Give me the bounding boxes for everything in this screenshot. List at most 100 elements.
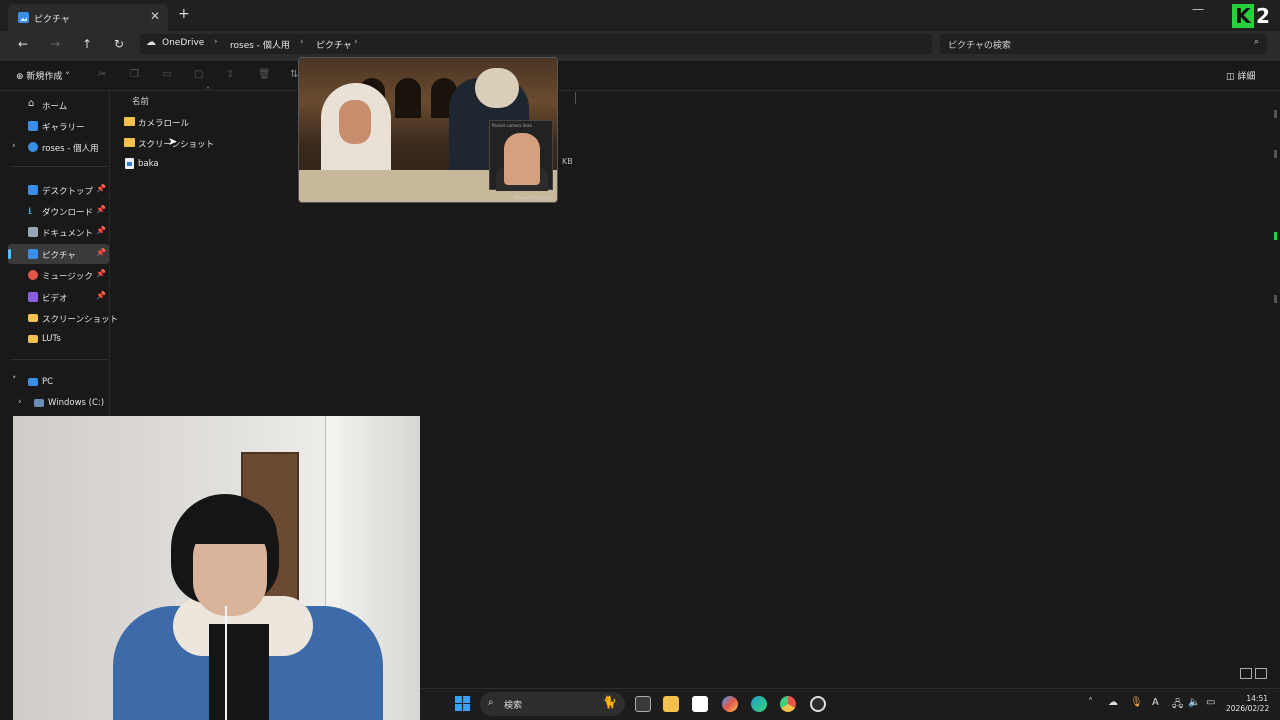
sidebar-item-home[interactable]: ⌂ ホーム	[8, 95, 109, 115]
search-icon: ⌕	[488, 697, 494, 708]
camera-inset: Pocket camera links	[489, 120, 553, 191]
edge-icon[interactable]	[751, 696, 767, 712]
sidebar-item-label: ドキュメント	[42, 229, 94, 239]
pin-icon[interactable]: 📌	[96, 269, 106, 278]
details-label: 詳細	[1237, 72, 1256, 82]
pin-icon[interactable]: 📌	[96, 248, 106, 257]
clock[interactable]: 14:51 2026/02/22	[1226, 694, 1270, 714]
sidebar-item-documents[interactable]: ドキュメント 📌	[8, 222, 109, 242]
back-button[interactable]: ←	[15, 37, 31, 51]
obs-icon[interactable]	[810, 696, 826, 712]
chevron-up-icon[interactable]: ˄	[1088, 697, 1093, 708]
taskbar-search-label: 検索	[504, 701, 523, 711]
divider	[10, 166, 108, 167]
network-icon[interactable]: 🖧	[1172, 697, 1183, 714]
pictures-icon	[28, 249, 38, 259]
view-toggle[interactable]	[1240, 668, 1272, 682]
column-divider[interactable]	[575, 92, 576, 104]
sidebar-item-music[interactable]: ミュージック 📌	[8, 265, 109, 285]
sidebar-item-label: ミュージック	[42, 272, 93, 282]
sidebar-item-label: デスクトップ	[42, 187, 94, 197]
battery-icon[interactable]: ▭	[1206, 697, 1215, 708]
ime-indicator[interactable]: A	[1152, 697, 1159, 708]
sidebar-item-windows-c[interactable]: › Windows (C:)	[14, 393, 115, 413]
sidebar-item-gallery[interactable]: ギャラリー	[8, 116, 109, 136]
chrome-icon[interactable]	[780, 696, 796, 712]
chevron-right-icon[interactable]: ›	[18, 397, 22, 407]
sidebar-item-pc[interactable]: ˅ PC	[8, 372, 109, 392]
taskbar-search[interactable]: ⌕ 検索 🐈	[480, 692, 625, 716]
document-icon	[28, 227, 38, 237]
sidebar-item-desktop[interactable]: デスクトップ 📌	[8, 180, 109, 200]
bangs	[185, 500, 277, 544]
minimize-button[interactable]: —	[1192, 2, 1204, 16]
sidebar-item-label: roses - 個人用	[42, 144, 99, 154]
inset-title: Pocket camera links	[492, 123, 532, 128]
pin-icon[interactable]: 📌	[96, 205, 106, 214]
sort-ascending-icon: ˄	[206, 86, 210, 95]
webcam-overlay	[13, 416, 420, 720]
sidebar-item-label: LUTs	[42, 334, 61, 344]
store-icon[interactable]	[692, 696, 708, 712]
video-popup[interactable]: Pocket camera links Powered by stream	[298, 57, 558, 203]
details-button[interactable]: ◫ 詳細	[1226, 69, 1255, 82]
rename-icon[interactable]: ▢	[194, 69, 203, 80]
sidebar-item-pictures[interactable]: ピクチャ 📌	[8, 244, 109, 264]
breadcrumb-onedrive[interactable]: OneDrive	[162, 38, 204, 48]
microphone-icon[interactable]: 🎙	[1130, 697, 1143, 708]
chevron-right-icon: ›	[300, 37, 304, 47]
file-explorer-icon[interactable]	[663, 696, 679, 712]
start-button[interactable]	[455, 696, 470, 711]
drive-icon	[34, 399, 44, 407]
delete-icon[interactable]: 🗑	[258, 69, 271, 80]
tab-pictures[interactable]: ピクチャ ✕	[8, 4, 168, 31]
column-header-name[interactable]: 名前	[132, 95, 149, 107]
onedrive-cloud-icon[interactable]: ☁	[1108, 697, 1118, 708]
cat-icon: 🐈	[602, 695, 617, 709]
sidebar-item-downloads[interactable]: ⭳ ダウンロード 📌	[8, 201, 109, 221]
date: 2026/02/22	[1226, 704, 1270, 713]
breadcrumb-pictures[interactable]: ピクチャ	[316, 38, 352, 51]
new-button[interactable]: ⊕ 新規作成 ˅	[16, 69, 70, 82]
speaker-icon[interactable]: 🔈	[1188, 697, 1200, 708]
details-pane-icon: ◫	[1226, 72, 1238, 82]
sidebar-item-videos[interactable]: ビデオ 📌	[8, 287, 109, 307]
folder-icon	[124, 117, 135, 126]
desktop-icon	[28, 185, 38, 195]
folder-icon	[124, 138, 135, 147]
tiles-view-icon[interactable]	[1255, 668, 1267, 679]
sidebar-item-onedrive[interactable]: › roses - 個人用	[8, 137, 109, 157]
refresh-button[interactable]: ↻	[111, 37, 127, 51]
chevron-right-icon[interactable]: ›	[12, 141, 16, 151]
details-view-icon[interactable]	[1240, 668, 1252, 679]
copy-icon[interactable]: ❐	[130, 69, 139, 80]
sidebar-item-label: ビデオ	[42, 294, 68, 304]
cut-icon[interactable]: ✂	[98, 69, 106, 80]
folder-icon	[28, 314, 38, 322]
time: 14:51	[1246, 694, 1268, 703]
music-icon	[28, 270, 38, 280]
up-button[interactable]: ↑	[79, 37, 95, 51]
close-tab-icon[interactable]: ✕	[150, 9, 160, 23]
chevron-right-icon: ›	[214, 37, 218, 47]
task-view-icon[interactable]	[635, 696, 651, 712]
search-box[interactable]: ピクチャの検索 ⌕	[940, 34, 1267, 54]
pin-icon[interactable]: 📌	[96, 226, 106, 235]
sidebar-item-screenshots[interactable]: スクリーンショット	[8, 308, 118, 328]
paste-icon[interactable]: ▭	[162, 69, 171, 80]
forward-button[interactable]: →	[47, 37, 63, 51]
chevron-down-icon[interactable]: ˅	[12, 376, 17, 386]
pin-icon[interactable]: 📌	[96, 291, 106, 300]
scroll-mark	[1274, 110, 1277, 118]
arch-decoration	[395, 78, 421, 118]
copilot-icon[interactable]	[722, 696, 738, 712]
sidebar-item-luts[interactable]: LUTs	[8, 329, 109, 349]
new-tab-button[interactable]: +	[178, 6, 190, 22]
search-input[interactable]: ピクチャの検索	[948, 38, 1011, 51]
sidebar-item-label: ホーム	[42, 102, 68, 112]
pin-icon[interactable]: 📌	[96, 184, 106, 193]
gallery-icon	[28, 121, 38, 131]
breadcrumb-roses[interactable]: roses - 個人用	[230, 38, 290, 51]
share-icon[interactable]: ⇪	[226, 69, 234, 80]
address-bar[interactable]: ☁ OneDrive › roses - 個人用 › ピクチャ ›	[140, 34, 932, 54]
